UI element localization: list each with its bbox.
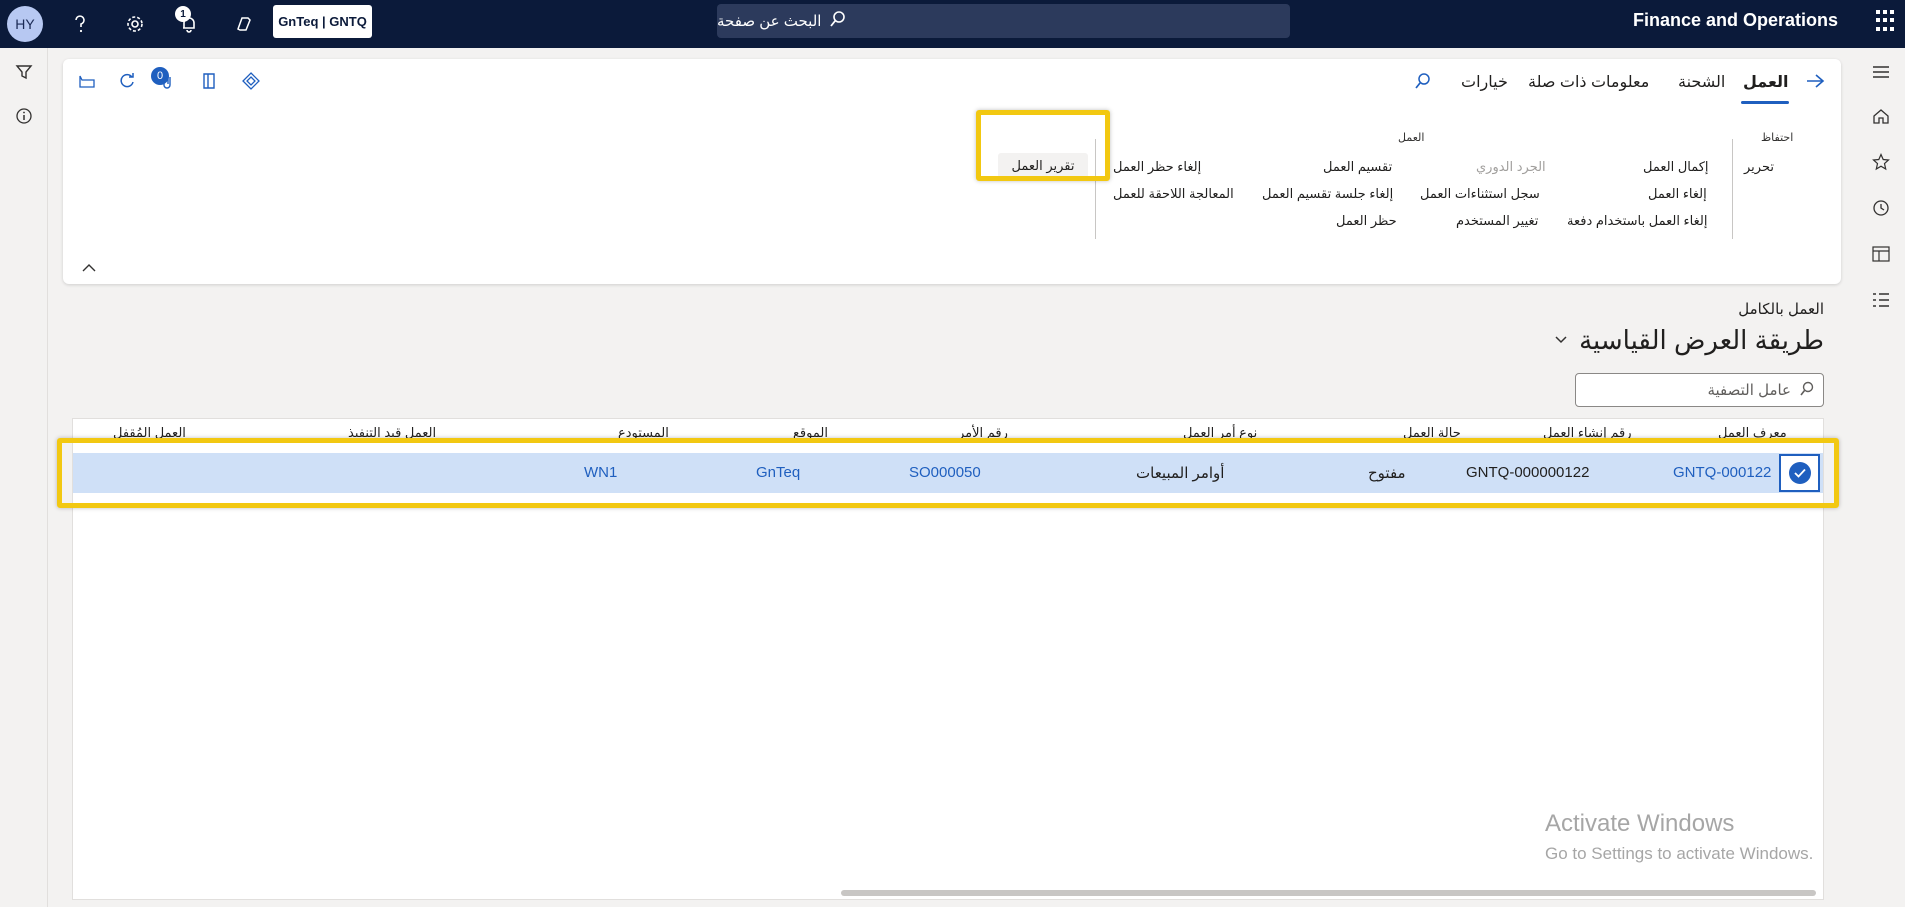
open-in-office-icon[interactable] — [75, 69, 99, 93]
tab-shipment[interactable]: الشحنة — [1678, 72, 1725, 92]
left-rail — [0, 48, 48, 907]
filter-placeholder-text: عامل التصفية — [1707, 382, 1791, 399]
group-header-maintain: احتفاظ — [1761, 132, 1794, 144]
highlight-box-report — [976, 110, 1110, 181]
change-user-command[interactable]: تغيير المستخدم — [1456, 213, 1538, 229]
collapse-chevron-up-icon[interactable] — [81, 261, 97, 276]
filter-icon[interactable] — [12, 60, 36, 84]
view-selector-title[interactable]: طريقة العرض القياسية — [1520, 325, 1824, 356]
search-placeholder-text: البحث عن صفحة — [717, 13, 822, 30]
cancel-split-work-session-command[interactable]: إلغاء جلسة تقسيم العمل — [1262, 186, 1393, 202]
notification-count-badge: 1 — [175, 6, 191, 22]
home-icon[interactable] — [1869, 104, 1893, 128]
block-work-command[interactable]: حظر العمل — [1336, 213, 1397, 229]
view-title-text: طريقة العرض القياسية — [1579, 325, 1824, 355]
hamburger-menu-icon[interactable] — [1869, 60, 1893, 84]
active-tab-indicator — [1741, 101, 1789, 104]
copilot-icon[interactable] — [230, 10, 258, 38]
grid-filter-input[interactable]: عامل التصفية — [1575, 373, 1824, 407]
company-selector-button[interactable]: GnTeq | GNTQ — [273, 5, 372, 38]
breadcrumb: العمل بالكامل — [1738, 301, 1824, 318]
app-title: Finance and Operations — [1632, 10, 1838, 30]
split-work-command[interactable]: تقسيم العمل — [1323, 159, 1392, 175]
complete-work-command[interactable]: إكمال العمل — [1643, 159, 1709, 175]
app-launcher-waffle-icon[interactable] — [1876, 10, 1898, 32]
recent-clock-icon[interactable] — [1869, 196, 1893, 220]
work-exception-log-command[interactable]: سجل استثناءات العمل — [1420, 186, 1540, 202]
modules-list-icon[interactable] — [1869, 288, 1893, 312]
group-separator — [1732, 139, 1733, 239]
workspaces-icon[interactable] — [1869, 242, 1893, 266]
filter-search-icon — [1799, 381, 1815, 400]
attachments-count-badge: 0 — [151, 67, 169, 85]
action-search-icon[interactable] — [1411, 69, 1435, 93]
user-avatar[interactable]: HY — [7, 6, 43, 42]
chevron-down-icon — [1554, 332, 1568, 348]
settings-gear-icon[interactable] — [121, 10, 149, 38]
cancel-work-command[interactable]: إلغاء العمل — [1648, 186, 1707, 202]
horizontal-scrollbar[interactable] — [841, 890, 1816, 896]
top-navigation-bar: HY 1 GnTeq | GNTQ البحث عن صفحة Finance … — [0, 0, 1905, 48]
group-header-work: العمل — [1398, 132, 1425, 144]
activate-windows-watermark: Activate Windows — [1545, 810, 1735, 837]
work-post-processing-command[interactable]: المعالجة اللاحقة للعمل — [1113, 186, 1234, 202]
cycle-count-command[interactable]: الجرد الدوري — [1476, 159, 1546, 175]
refresh-icon[interactable] — [115, 69, 139, 93]
help-icon[interactable] — [66, 10, 94, 38]
tab-related-information[interactable]: معلومات ذات صلة — [1528, 72, 1649, 92]
search-icon — [829, 10, 847, 33]
navigate-back-arrow-icon[interactable] — [1803, 69, 1827, 93]
activate-windows-subtext: Go to Settings to activate Windows. — [1545, 844, 1814, 863]
highlight-box-row — [57, 438, 1839, 508]
right-rail — [1857, 48, 1905, 907]
power-apps-diamond-icon[interactable] — [239, 69, 263, 93]
tab-options[interactable]: خيارات — [1461, 72, 1508, 92]
edit-command[interactable]: تحرير — [1744, 159, 1774, 175]
office-book-icon[interactable] — [197, 69, 221, 93]
info-icon[interactable] — [12, 104, 36, 128]
cancel-work-by-batch-command[interactable]: إلغاء العمل باستخدام دفعة — [1567, 213, 1707, 229]
page-search-input[interactable]: البحث عن صفحة — [717, 4, 1290, 38]
action-pane: 0 العمل الشحنة معلومات ذات صلة خيارات اح… — [63, 59, 1841, 284]
tab-work[interactable]: العمل — [1743, 72, 1789, 92]
unblock-work-command[interactable]: إلغاء حظر العمل — [1113, 159, 1201, 175]
favorites-star-icon[interactable] — [1869, 150, 1893, 174]
